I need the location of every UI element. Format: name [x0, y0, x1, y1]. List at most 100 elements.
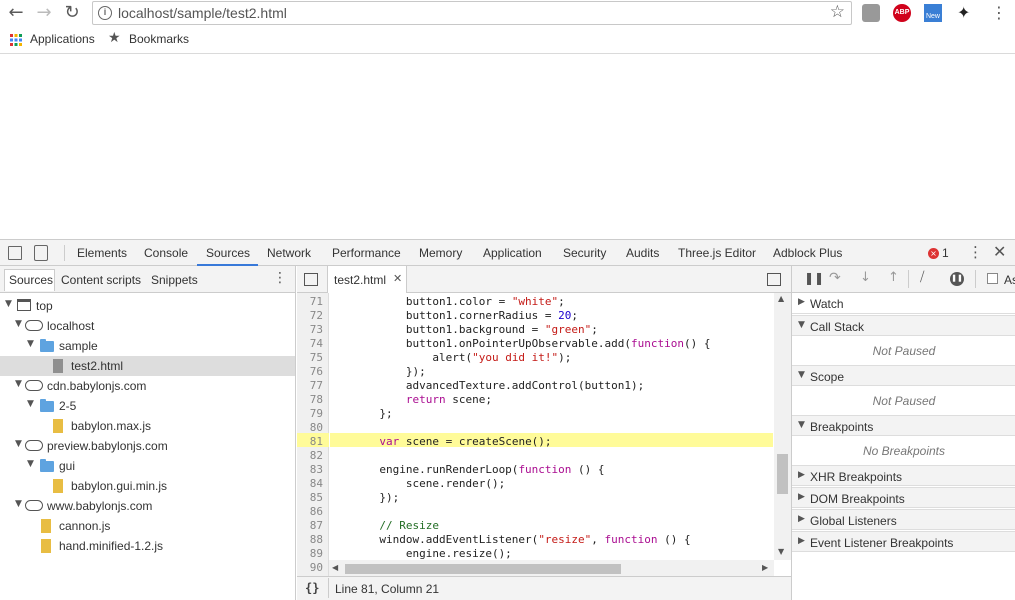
- tab-elements[interactable]: Elements: [77, 246, 127, 260]
- menu-kebab-icon[interactable]: ⋮: [990, 4, 1008, 22]
- section-breakpoints[interactable]: ▼ Breakpoints: [792, 415, 1015, 436]
- line-number[interactable]: 80: [297, 421, 323, 434]
- step-into-icon[interactable]: ↓: [860, 270, 871, 285]
- deactivate-breakpoints-icon[interactable]: ⧸: [920, 270, 924, 285]
- tree-item-babylon-gui-min-js[interactable]: babylon.gui.min.js: [0, 476, 295, 496]
- close-devtools-icon[interactable]: ✕: [993, 242, 1006, 261]
- line-number[interactable]: 89: [297, 547, 323, 560]
- line-number[interactable]: 88: [297, 533, 323, 546]
- section-xhr-breakpoints[interactable]: ▶ XHR Breakpoints: [792, 465, 1015, 486]
- code-line[interactable]: engine.resize();: [333, 547, 512, 560]
- line-number[interactable]: 90: [297, 561, 323, 574]
- code-line[interactable]: });: [333, 365, 426, 378]
- tab-console[interactable]: Console: [144, 246, 188, 260]
- bookmark-apps[interactable]: Applications: [30, 32, 95, 46]
- tree-item-hand-minified-js[interactable]: hand.minified-1.2.js: [0, 536, 295, 556]
- tab-threejs-editor[interactable]: Three.js Editor: [678, 246, 756, 260]
- tab-performance[interactable]: Performance: [332, 246, 401, 260]
- subtab-content-scripts[interactable]: Content scripts: [61, 273, 141, 287]
- line-number[interactable]: 81: [297, 435, 323, 448]
- line-number[interactable]: 76: [297, 365, 323, 378]
- bookmark-bookmarks[interactable]: Bookmarks: [129, 32, 189, 46]
- line-number[interactable]: 74: [297, 337, 323, 350]
- section-dom-breakpoints[interactable]: ▶ DOM Breakpoints: [792, 487, 1015, 508]
- section-call-stack[interactable]: ▼ Call Stack: [792, 315, 1015, 336]
- code-line[interactable]: advancedTexture.addControl(button1);: [333, 379, 644, 392]
- tab-memory[interactable]: Memory: [419, 246, 462, 260]
- horizontal-scroll-thumb[interactable]: [345, 564, 621, 574]
- line-number[interactable]: 86: [297, 505, 323, 518]
- step-out-icon[interactable]: ↑: [888, 270, 899, 285]
- new-extension-icon[interactable]: New: [924, 4, 942, 22]
- apps-grid-icon[interactable]: [10, 34, 22, 46]
- forward-arrow-icon[interactable]: →: [33, 2, 55, 24]
- line-number[interactable]: 87: [297, 519, 323, 532]
- code-line[interactable]: button1.color = "white";: [333, 295, 565, 308]
- line-number[interactable]: 85: [297, 491, 323, 504]
- section-global-listeners[interactable]: ▶ Global Listeners: [792, 509, 1015, 530]
- section-watch[interactable]: ▶ Watch: [792, 293, 1015, 314]
- extension-gray-icon[interactable]: [862, 4, 880, 22]
- tree-item-top[interactable]: ▼ top: [0, 296, 295, 316]
- line-number[interactable]: 84: [297, 477, 323, 490]
- tree-item-cannon-js[interactable]: cannon.js: [0, 516, 295, 536]
- code-line[interactable]: button1.cornerRadius = 20;: [333, 309, 578, 322]
- tab-adblock-plus[interactable]: Adblock Plus: [773, 246, 842, 260]
- async-checkbox[interactable]: [987, 273, 998, 284]
- error-icon[interactable]: ×: [928, 248, 939, 259]
- section-scope[interactable]: ▼ Scope: [792, 365, 1015, 386]
- tab-audits[interactable]: Audits: [626, 246, 659, 260]
- tab-network[interactable]: Network: [267, 246, 311, 260]
- code-line[interactable]: alert("you did it!");: [333, 351, 571, 364]
- section-event-listener-breakpoints[interactable]: ▶ Event Listener Breakpoints: [792, 531, 1015, 552]
- navigator-menu-icon[interactable]: ⋮: [273, 270, 287, 286]
- info-icon[interactable]: i: [98, 6, 112, 20]
- reload-icon[interactable]: ↻: [61, 2, 83, 24]
- bookmark-star-icon[interactable]: ☆: [830, 2, 845, 22]
- toggle-navigator-icon[interactable]: [304, 273, 318, 286]
- devtools-menu-icon[interactable]: ⋮: [968, 243, 983, 261]
- tree-item-sample[interactable]: ▼ sample: [0, 336, 295, 356]
- pause-icon[interactable]: ❚❚: [804, 271, 824, 285]
- tree-item-preview-babylonjs[interactable]: ▼ preview.babylonjs.com: [0, 436, 295, 456]
- vertical-scroll-thumb[interactable]: [777, 454, 788, 494]
- tree-item-cdn-babylonjs[interactable]: ▼ cdn.babylonjs.com: [0, 376, 295, 396]
- vertical-scrollbar[interactable]: ▲ ▼: [774, 293, 791, 560]
- line-number[interactable]: 71: [297, 295, 323, 308]
- tree-item-gui[interactable]: ▼ gui: [0, 456, 295, 476]
- step-over-icon[interactable]: ↷: [829, 270, 841, 286]
- tree-item-localhost[interactable]: ▼ localhost: [0, 316, 295, 336]
- editor-tab-test2-html[interactable]: test2.html ✕: [327, 266, 407, 293]
- tab-sources[interactable]: Sources: [206, 246, 250, 260]
- code-line[interactable]: engine.runRenderLoop(function () {: [333, 463, 604, 476]
- tree-item-www-babylonjs[interactable]: ▼ www.babylonjs.com: [0, 496, 295, 516]
- tree-item-babylon-max-js[interactable]: babylon.max.js: [0, 416, 295, 436]
- code-line[interactable]: button1.onPointerUpObservable.add(functi…: [333, 337, 711, 350]
- ninja-extension-icon[interactable]: ✦: [957, 4, 975, 22]
- line-number[interactable]: 72: [297, 309, 323, 322]
- tree-item-test2-html[interactable]: test2.html: [0, 356, 295, 376]
- url-text[interactable]: localhost/sample/test2.html: [118, 5, 287, 21]
- code-line[interactable]: return scene;: [333, 393, 492, 406]
- pretty-print-icon[interactable]: {}: [305, 581, 319, 595]
- device-toolbar-icon[interactable]: [34, 245, 48, 261]
- code-line[interactable]: var scene = createScene();: [333, 435, 551, 448]
- code-line[interactable]: // Resize: [333, 519, 439, 532]
- tab-security[interactable]: Security: [563, 246, 606, 260]
- code-line[interactable]: });: [333, 491, 399, 504]
- error-count[interactable]: 1: [942, 246, 949, 260]
- address-bar[interactable]: i localhost/sample/test2.html ☆: [92, 1, 852, 25]
- line-number[interactable]: 77: [297, 379, 323, 392]
- line-number[interactable]: 83: [297, 463, 323, 476]
- code-line[interactable]: button1.background = "green";: [333, 323, 598, 336]
- toggle-debugger-icon[interactable]: [767, 273, 781, 286]
- close-tab-icon[interactable]: ✕: [393, 272, 402, 285]
- code-line[interactable]: };: [333, 407, 392, 420]
- line-number[interactable]: 82: [297, 449, 323, 462]
- line-number[interactable]: 73: [297, 323, 323, 336]
- pause-on-exceptions-icon[interactable]: ❚❚: [950, 272, 964, 286]
- line-number[interactable]: 79: [297, 407, 323, 420]
- line-number[interactable]: 75: [297, 351, 323, 364]
- subtab-sources[interactable]: Sources: [9, 273, 53, 287]
- code-line[interactable]: scene.render();: [333, 477, 505, 490]
